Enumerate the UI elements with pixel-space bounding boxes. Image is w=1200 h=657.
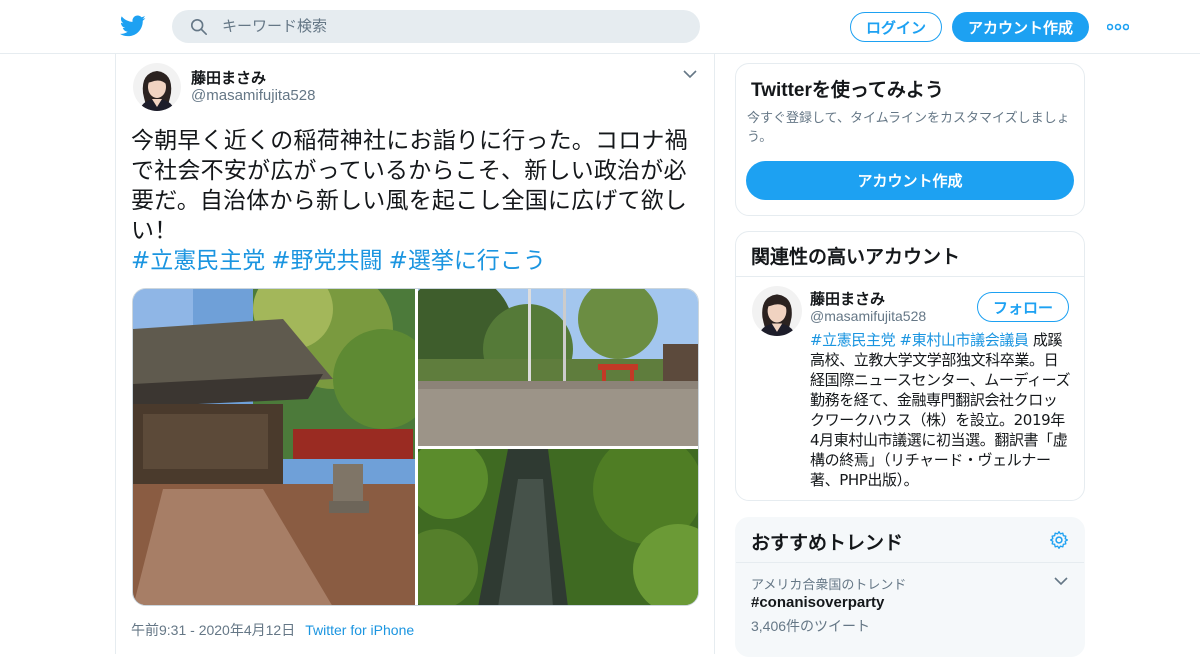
related-account-handle[interactable]: @masamifujita528: [810, 308, 926, 324]
avatar[interactable]: [133, 63, 181, 111]
search-icon: [190, 18, 208, 36]
shrine-photo[interactable]: [133, 289, 415, 605]
hashtag-link[interactable]: #選挙に行こう: [389, 248, 546, 274]
trend-item[interactable]: #conanisoverparty: [751, 594, 884, 611]
chevron-down-icon[interactable]: [682, 68, 698, 80]
signup-card-description: 今すぐ登録して、タイムラインをカスタマイズしましょう。: [747, 110, 1070, 144]
gear-icon[interactable]: [1049, 530, 1069, 550]
hashtag-link[interactable]: #野党共闘: [271, 248, 382, 274]
author-name[interactable]: 藤田まさみ: [191, 67, 266, 88]
tweet-source[interactable]: Twitter for iPhone: [305, 622, 414, 638]
related-accounts-card: 関連性の高いアカウント 藤田まさみ @masamifujita528 フォロー …: [735, 231, 1085, 501]
stream-photo[interactable]: [418, 449, 698, 605]
bio-text: 成蹊高校、立教大学文学部独文科卒業。日経国際ニュースセンター、ムーディーズ勤務を…: [810, 331, 1071, 489]
signup-card: Twitterを使ってみよう 今すぐ登録して、タイムラインをカスタマイズしましょ…: [735, 63, 1085, 216]
search-box[interactable]: [172, 10, 700, 43]
tweet-media-grid: [132, 288, 699, 606]
divider: [736, 562, 1084, 563]
twitter-bird-icon[interactable]: [120, 13, 146, 39]
author-handle[interactable]: @masamifujita528: [191, 87, 315, 104]
tweet-text: 今朝早く近くの稲荷神社にお詣りに行った。コロナ禍で社会不安が広がっているからこそ…: [131, 128, 688, 244]
precinct-photo[interactable]: [418, 289, 698, 446]
hashtag-link[interactable]: #立憲民主党: [131, 248, 265, 274]
related-account-bio: #立憲民主党 #東村山市議会議員 成蹊高校、立教大学文学部独文科卒業。日経国際ニ…: [810, 330, 1072, 490]
tweet-timestamp: 午前9:31 - 2020年4月12日 Twitter for iPhone: [131, 620, 414, 640]
chevron-down-icon[interactable]: [1054, 576, 1068, 586]
search-input[interactable]: [222, 10, 682, 43]
trends-title: おすすめトレンド: [751, 533, 904, 554]
follow-button[interactable]: フォロー: [977, 292, 1069, 322]
avatar[interactable]: [752, 286, 802, 336]
timestamp-text[interactable]: 午前9:31 - 2020年4月12日: [131, 622, 295, 638]
related-accounts-title: 関連性の高いアカウント: [751, 247, 961, 268]
signup-card-title: Twitterを使ってみよう: [751, 80, 944, 101]
login-button[interactable]: ログイン: [850, 12, 942, 42]
top-bar: ログイン アカウント作成: [0, 0, 1200, 54]
related-account-name[interactable]: 藤田まさみ: [810, 288, 885, 309]
tweet-hashtags: #立憲民主党 #野党共闘 #選挙に行こう: [131, 246, 552, 276]
signup-button[interactable]: アカウント作成: [952, 12, 1089, 42]
trend-context: アメリカ合衆国のトレンド: [751, 577, 907, 592]
tweet-permalink: 藤田まさみ @masamifujita528 今朝早く近くの稲荷神社にお詣りに行…: [115, 54, 715, 654]
trend-tweet-count: 3,406件のツイート: [751, 618, 871, 634]
trends-card: おすすめトレンド アメリカ合衆国のトレンド #conanisoverparty …: [735, 517, 1085, 657]
hashtag-link[interactable]: #立憲民主党: [810, 331, 896, 349]
more-options-icon[interactable]: [1107, 23, 1129, 31]
create-account-button[interactable]: アカウント作成: [746, 161, 1074, 200]
divider: [736, 276, 1084, 277]
hashtag-link[interactable]: #東村山市議会議員: [900, 331, 1029, 349]
